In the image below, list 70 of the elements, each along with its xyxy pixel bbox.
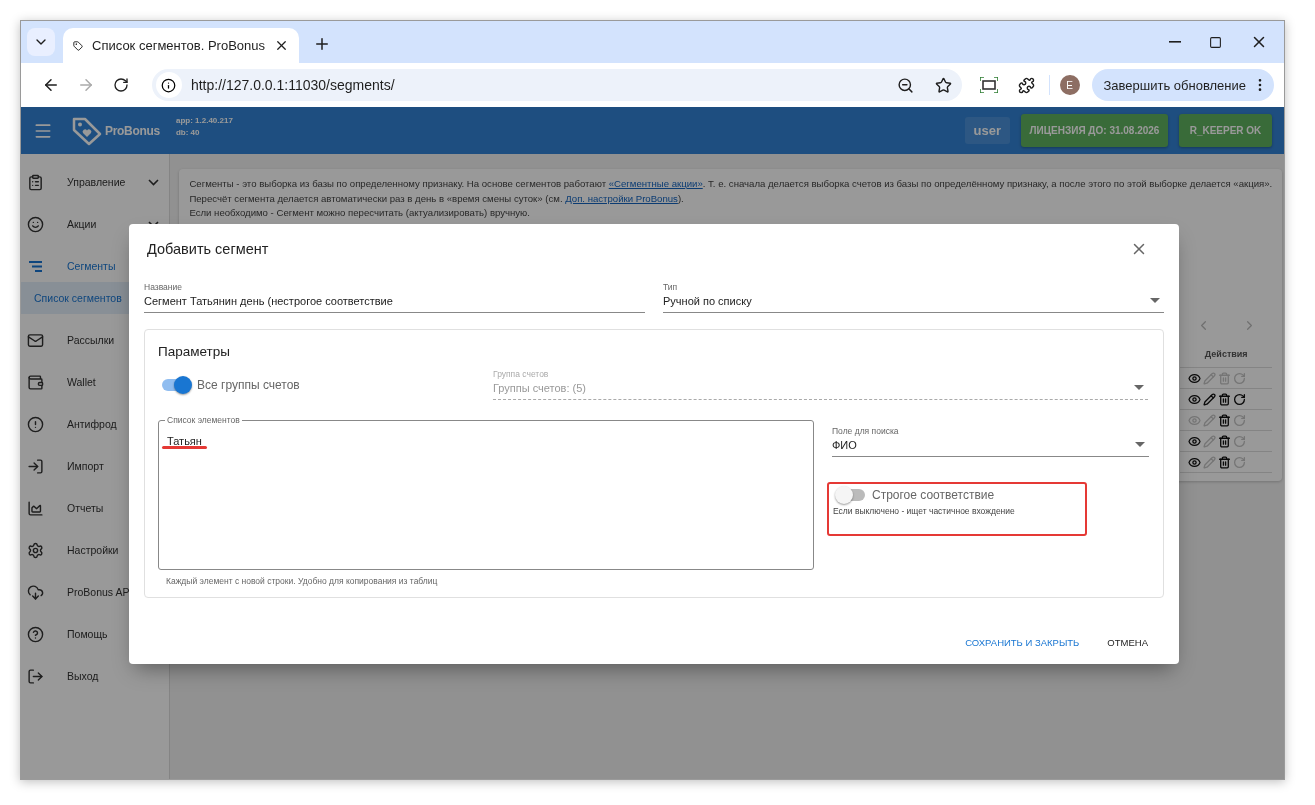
db-version: db: 40 — [175, 128, 201, 137]
link[interactable]: Доп. настройки ProBonus — [565, 192, 678, 204]
mail-icon — [27, 331, 44, 349]
minimize-button[interactable] — [1169, 41, 1181, 43]
minimize-icon — [1169, 41, 1181, 43]
column-header: Действия — [1180, 349, 1273, 368]
plus-icon — [313, 35, 331, 53]
toggle-switch[interactable] — [837, 489, 865, 501]
app-version: app: 1.2.40.217 — [175, 116, 233, 125]
eye-icon[interactable] — [1188, 434, 1202, 448]
help-icon — [27, 625, 44, 643]
type-select[interactable]: Тип Ручной по списку — [663, 282, 1164, 313]
new-tab-button[interactable] — [313, 35, 331, 53]
maximize-button[interactable] — [1209, 35, 1222, 49]
tab-list-button[interactable] — [27, 28, 55, 56]
sidebar-item[interactable]: Wallet — [21, 361, 170, 403]
zoom-icon[interactable] — [896, 76, 914, 94]
name-field[interactable]: Название Сегмент Татьянин день (нестрогое соответствие — [144, 282, 645, 313]
logout-icon — [27, 667, 44, 685]
toggle-switch[interactable] — [162, 379, 190, 391]
alert-icon — [27, 415, 44, 433]
eye-icon[interactable] — [1188, 371, 1202, 385]
caret-icon — [1134, 385, 1144, 390]
helper-text: Каждый элемент с новой строки. Удобно для копирования из таблиц — [166, 576, 439, 586]
trash-icon[interactable] — [1218, 434, 1232, 448]
pencil-icon[interactable] — [1203, 392, 1217, 406]
info-text: Сегменты - это выборка из базы по определенному признаку. На основе сегментов работают «Сегментные акции». Т. е. сначала делается выборка счетов из базы по определённому признаку, а после этого по этой выборке делается «акция». — [189, 177, 1273, 191]
reload-icon — [113, 77, 130, 93]
search-field-select[interactable]: Поле для поиска ФИО — [832, 426, 1149, 457]
eye-icon[interactable] — [1188, 392, 1202, 406]
clipboard-icon — [27, 173, 44, 191]
dialog-title: Добавить сегмент — [147, 241, 269, 257]
settings-icon — [27, 541, 44, 559]
profile-avatar[interactable]: E — [1059, 75, 1080, 95]
cloud-icon — [27, 583, 44, 601]
caret-icon — [1150, 298, 1160, 303]
tag-heart-logo-icon — [71, 115, 103, 146]
panel-title: Параметры — [158, 344, 231, 359]
maximize-icon — [1209, 35, 1222, 49]
refresh-icon[interactable] — [1233, 392, 1247, 406]
extensions-icon[interactable] — [1017, 76, 1035, 94]
close-tab-button[interactable] — [274, 38, 289, 53]
wallet-icon — [27, 373, 44, 391]
smiley-icon — [27, 215, 44, 233]
trash-icon[interactable] — [1218, 413, 1232, 427]
info-text: Если необходимо - Сегмент можно пересчитать (актуализировать) вручную. — [189, 206, 531, 220]
eye-icon[interactable] — [1188, 455, 1202, 469]
caret-icon — [1135, 442, 1145, 447]
info-icon — [155, 72, 182, 98]
trash-icon[interactable] — [1218, 455, 1232, 469]
login-icon — [27, 457, 44, 475]
sidebar-item[interactable]: Выход — [21, 655, 170, 697]
update-button[interactable]: Завершить обновление — [1091, 69, 1274, 101]
save-button[interactable]: СОХРАНИТЬ И ЗАКРЫТЬ — [957, 630, 1088, 654]
switch-label: Все группы счетов — [197, 378, 300, 392]
sidebar-item[interactable]: Помощь — [21, 613, 170, 655]
chart-icon — [27, 499, 44, 517]
helper-text: Если выключено - ищет частичное вхождение — [833, 506, 1016, 516]
info-text: Пересчёт сегмента делается автоматически раз в день в «время смены суток» (см. Доп. настройки ProBonus). — [189, 191, 685, 206]
screen-capture-icon[interactable] — [979, 77, 998, 93]
sidebar-item[interactable]: Управление — [21, 161, 170, 203]
close-icon — [274, 38, 289, 53]
cancel-button[interactable]: ОТМЕНА — [1099, 630, 1156, 654]
switch-label: Строгое соответствие — [872, 488, 995, 502]
brand-name: ProBonus — [105, 123, 160, 138]
link[interactable]: «Сегментные акции» — [608, 178, 703, 189]
address-bar[interactable]: http://127.0.0.1:11030/segments/ — [151, 69, 962, 101]
star-icon[interactable] — [934, 76, 952, 94]
browser-tab[interactable]: Список сегментов. ProBonus — [63, 28, 299, 63]
trash-icon[interactable] — [1218, 392, 1232, 406]
